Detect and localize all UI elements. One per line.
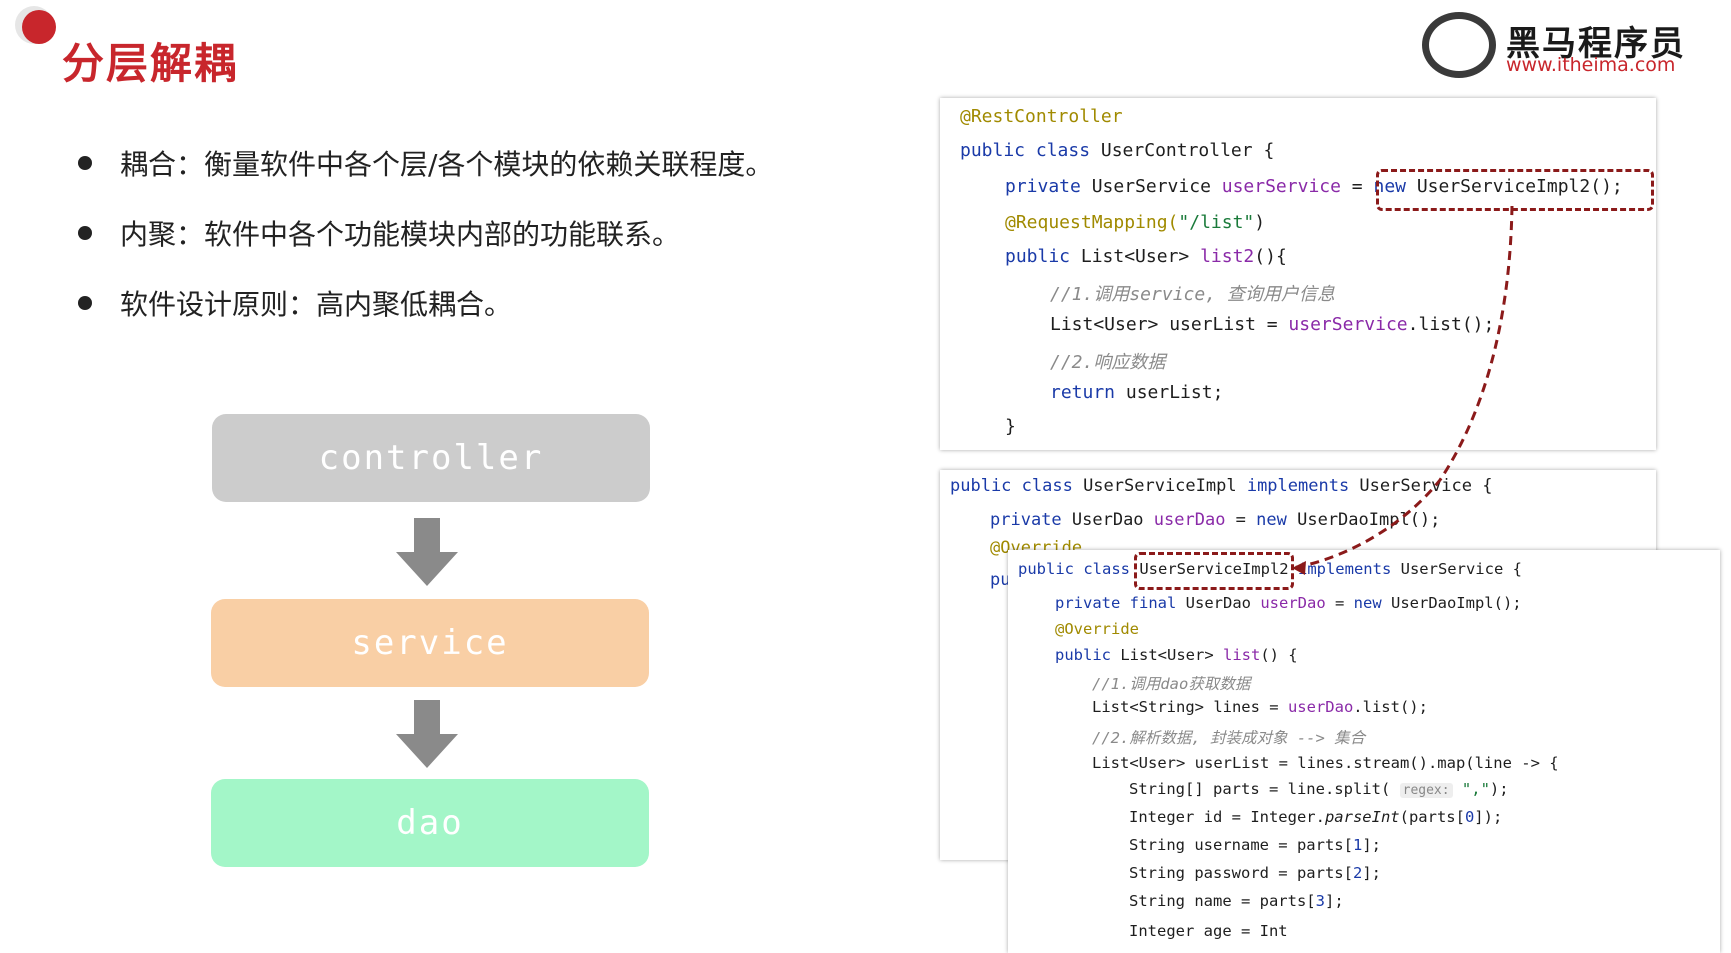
dashed-link-arrow — [1291, 205, 1514, 575]
